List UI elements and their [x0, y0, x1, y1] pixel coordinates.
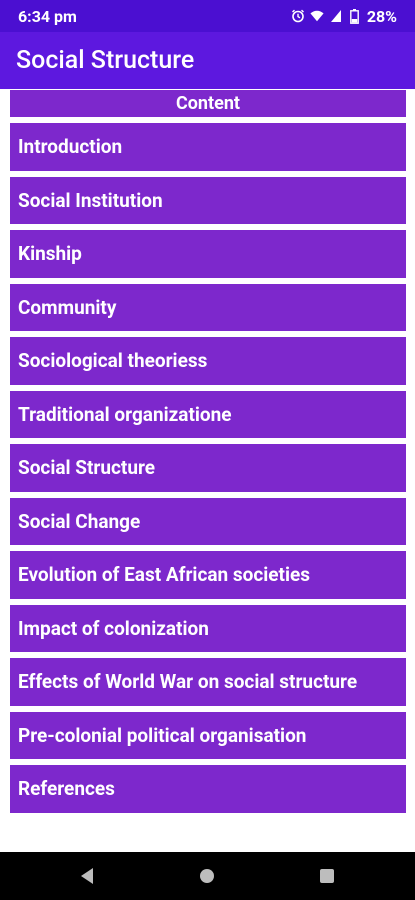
app-title: Social Structure — [16, 46, 195, 75]
system-nav-bar — [0, 852, 415, 900]
app-bar: Social Structure — [0, 32, 415, 89]
battery-percent: 28% — [366, 6, 397, 26]
menu-item-social-structure[interactable]: Social Structure — [9, 443, 407, 493]
menu-item-social-institution[interactable]: Social Institution — [9, 175, 407, 225]
content-list: Content Introduction Social Institution … — [9, 89, 407, 814]
status-bar: 6:34 pm 28% — [0, 0, 415, 32]
signal-icon — [329, 9, 343, 23]
menu-item-community[interactable]: Community — [9, 282, 407, 332]
status-icons: 28% — [291, 7, 397, 26]
back-icon[interactable] — [77, 866, 97, 886]
content-header: Content — [9, 89, 407, 118]
menu-item-evolution-east-african-societies[interactable]: Evolution of East African societies — [9, 550, 407, 600]
menu-item-pre-colonial-political-organisation[interactable]: Pre-colonial political organisation — [9, 710, 407, 760]
wifi-icon — [310, 9, 324, 23]
menu-item-effects-of-world-war[interactable]: Effects of World War on social structure — [9, 657, 407, 707]
menu-item-kinship[interactable]: Kinship — [9, 229, 407, 279]
home-icon[interactable] — [197, 866, 217, 886]
status-time: 6:34 pm — [18, 6, 77, 26]
battery-icon — [348, 8, 362, 24]
menu-item-traditional-organization[interactable]: Traditional organizatione — [9, 389, 407, 439]
menu-item-social-change[interactable]: Social Change — [9, 496, 407, 546]
menu-item-sociological-theories[interactable]: Sociological theoriess — [9, 336, 407, 386]
recents-icon[interactable] — [317, 866, 337, 886]
menu-item-references[interactable]: References — [9, 764, 407, 814]
menu-item-impact-of-colonization[interactable]: Impact of colonization — [9, 603, 407, 653]
menu-item-introduction[interactable]: Introduction — [9, 122, 407, 172]
alarm-icon — [291, 9, 305, 23]
